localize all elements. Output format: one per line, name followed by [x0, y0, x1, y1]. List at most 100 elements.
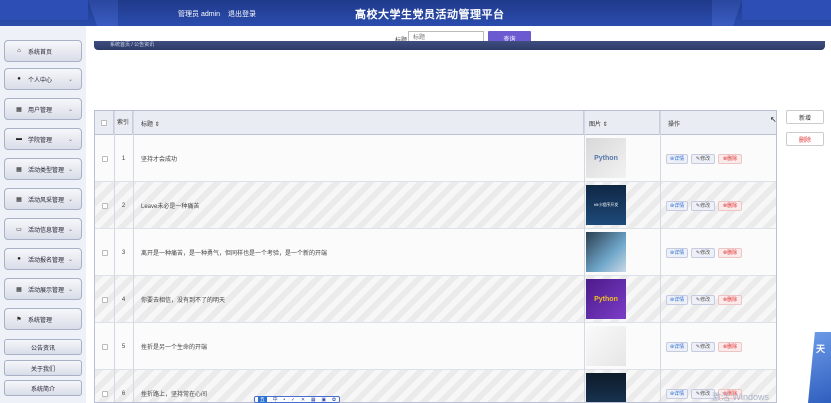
table-row[interactable]: 1 坚持才会成功 Python ⊕详情 ✎修改 ⊗删除 [95, 135, 776, 182]
row-checkbox[interactable] [101, 249, 108, 256]
row-actions: ⊕详情 ✎修改 ⊗删除 [666, 276, 776, 323]
sidebar-item-0[interactable]: ⌂ 系统首页 [4, 40, 82, 62]
chevron-down-icon: ⌄ [67, 77, 73, 83]
sidebar-item-9[interactable]: ⚑ 系统管理 [4, 308, 82, 330]
row-checkbox[interactable] [101, 390, 108, 397]
sidebar-item-7[interactable]: ● 活动报名管理 ⌄ [4, 248, 82, 270]
data-table: 索引 标题 ⇕ 图片 ⇕ 操作 1 坚持才会成功 Python ⊕详情 ✎修改 ⊗删除 2 L… [94, 110, 777, 403]
header-image[interactable]: 图片 ⇕ [584, 111, 660, 135]
thumbnail-text: h5小程序开发 [593, 202, 619, 207]
sidebar-item-label: 活动信息管理 [28, 227, 65, 234]
ime-tool-icon[interactable]: ▣ [321, 397, 326, 403]
edit-button[interactable]: ✎修改 [691, 200, 715, 211]
row-index: 4 [121, 296, 126, 303]
view-button[interactable]: ⊕详情 [666, 341, 688, 352]
table-row[interactable]: 5 挫折是另一个生命的开端 ⊕详情 ✎修改 ⊗删除 [95, 323, 776, 370]
chevron-down-icon: ⌄ [67, 257, 73, 263]
table-row[interactable]: 3 离开是一种痛苦，是一种勇气，但同样也是一个考验，是一个新的开端 ⊕详情 ✎修改 ⊗删… [95, 229, 776, 276]
row-checkbox[interactable] [101, 296, 108, 303]
flag-icon: ⚑ [16, 316, 22, 323]
column-divider [584, 111, 585, 402]
mouse-cursor-icon: ↖ [770, 115, 777, 124]
row-thumbnail [586, 373, 626, 402]
ime-toolbar[interactable]: 五中 • ✓ ✕ ▦ ▣ ✿ [254, 396, 340, 403]
column-divider [114, 111, 115, 402]
chevron-down-icon: ⌄ [67, 137, 73, 143]
sidebar-item-label: 活动展示管理 [28, 287, 65, 294]
row-title: 坚持才会成功 [141, 157, 178, 163]
edit-button[interactable]: ✎修改 [691, 341, 715, 352]
ime-tool-icon[interactable]: • [283, 397, 285, 403]
view-button[interactable]: ⊕详情 [666, 294, 688, 305]
row-checkbox-cell [95, 229, 114, 276]
ime-tool-icon[interactable]: ▦ [311, 397, 316, 403]
sidebar-item-4[interactable]: ▦ 活动类型管理 ⌄ [4, 158, 82, 180]
table-header: 索引 标题 ⇕ 图片 ⇕ 操作 [95, 111, 776, 135]
sidebar-subitem-0[interactable]: 公告资讯 [4, 339, 82, 355]
edit-button[interactable]: ✎修改 [691, 294, 715, 305]
row-index: 3 [121, 249, 126, 256]
sidebar-item-label: 活动类型管理 [28, 167, 65, 174]
column-divider [133, 111, 134, 402]
select-all-checkbox[interactable] [101, 120, 107, 126]
sidebar-item-8[interactable]: ▦ 活动展示管理 ⌄ [4, 278, 82, 300]
remove-button[interactable]: ⊗删除 [718, 294, 742, 305]
sidebar-item-label: 活动风采管理 [28, 197, 65, 204]
remove-button[interactable]: ⊗删除 [718, 200, 742, 211]
row-checkbox[interactable] [101, 202, 108, 209]
breadcrumb: 系统首页 / 公告资讯 [94, 41, 825, 50]
row-title: 离开是一种痛苦，是一种勇气，但同样也是一个考验，是一个新的开端 [141, 251, 328, 257]
chevron-down-icon: ⌄ [67, 107, 73, 113]
ime-tool-icon[interactable]: ✿ [332, 397, 336, 403]
view-button[interactable]: ⊕详情 [666, 247, 688, 258]
row-checkbox[interactable] [101, 343, 108, 350]
sidebar-item-1[interactable]: ● 个人中心 ⌄ [4, 68, 82, 90]
row-index: 6 [121, 390, 126, 397]
row-thumbnail [586, 232, 626, 272]
ime-tool-icon[interactable]: 中 [273, 396, 278, 403]
card-icon: ▭ [16, 226, 22, 233]
row-checkbox-cell [95, 370, 114, 402]
sidebar-item-label: 活动报名管理 [28, 257, 65, 264]
logout-link[interactable]: 退出登录 [228, 11, 256, 18]
corner-decoration-char: 天 [816, 344, 826, 354]
sidebar-item-5[interactable]: ▦ 活动风采管理 ⌄ [4, 188, 82, 210]
remove-button[interactable]: ⊗删除 [718, 153, 742, 164]
table-row[interactable]: 6 挫折路上，坚持常在心间 ⊕详情 ✎修改 ⊗删除 [95, 370, 776, 402]
sidebar-item-label: 个人中心 [28, 77, 53, 84]
remove-button[interactable]: ⊗删除 [718, 247, 742, 258]
table-row[interactable]: 4 你要去相信，没有到不了的明天 Python ⊕详情 ✎修改 ⊗删除 [95, 276, 776, 323]
header-title[interactable]: 标题 ⇕ [133, 111, 584, 135]
add-button[interactable]: 新增 [786, 110, 824, 124]
column-divider [660, 111, 661, 402]
monitor-icon: ▬ [16, 136, 22, 142]
edit-button[interactable]: ✎修改 [691, 247, 715, 258]
row-index: 1 [121, 155, 126, 162]
remove-button[interactable]: ⊗删除 [718, 341, 742, 352]
sidebar-item-3[interactable]: ▬ 学院管理 ⌄ [4, 128, 82, 150]
delete-button[interactable]: 删除 [786, 132, 824, 146]
view-button[interactable]: ⊕详情 [666, 388, 688, 399]
thumbnail-text: Python [594, 295, 618, 303]
sidebar-item-label: 系统首页 [28, 49, 53, 56]
row-thumbnail: Python [586, 138, 626, 178]
row-thumbnail: Python [586, 279, 626, 319]
view-button[interactable]: ⊕详情 [666, 200, 688, 211]
ime-main-icon[interactable]: 五 [257, 396, 267, 403]
edit-button[interactable]: ✎修改 [691, 153, 715, 164]
sidebar-item-6[interactable]: ▭ 活动信息管理 ⌄ [4, 218, 82, 240]
sidebar-item-2[interactable]: ▦ 用户管理 ⌄ [4, 98, 82, 120]
sidebar-subitem-2[interactable]: 系统简介 [4, 380, 82, 396]
table-row[interactable]: 2 Leave未必是一种痛苦 h5小程序开发 ⊕详情 ✎修改 ⊗删除 [95, 182, 776, 229]
row-checkbox[interactable] [101, 155, 108, 162]
ime-tool-icon[interactable]: ✕ [301, 397, 305, 403]
sidebar-item-label: 用户管理 [28, 107, 53, 114]
thumbnail-text: Python [594, 154, 618, 162]
row-checkbox-cell [95, 323, 114, 370]
row-title: Leave未必是一种痛苦 [141, 204, 200, 210]
ime-tool-icon[interactable]: ✓ [291, 397, 295, 403]
grid-icon: ▦ [16, 286, 22, 293]
view-button[interactable]: ⊕详情 [666, 153, 688, 164]
sidebar-subitem-1[interactable]: 关于我们 [4, 360, 82, 376]
row-checkbox-cell [95, 276, 114, 323]
